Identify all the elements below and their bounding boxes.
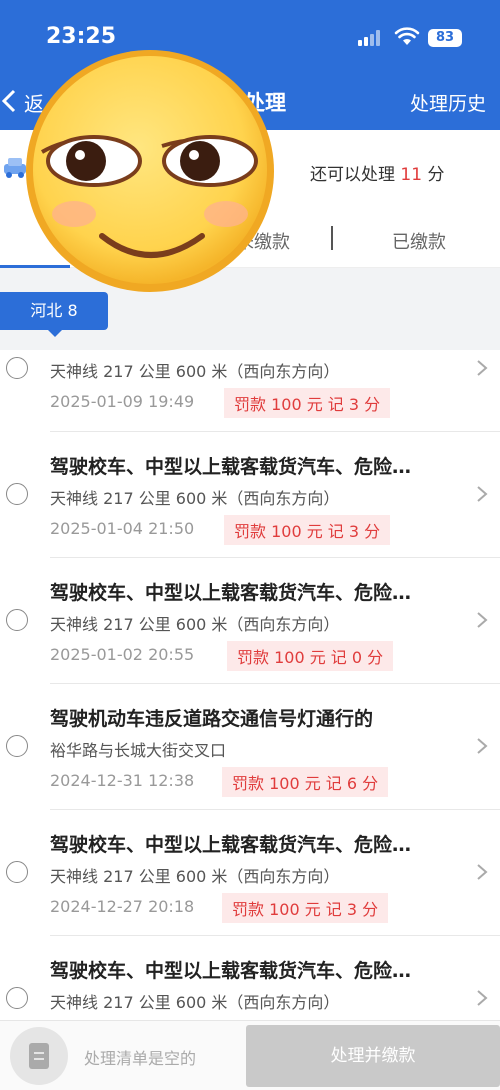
radio-icon[interactable] [6, 735, 28, 757]
process-and-pay-button[interactable]: 处理并缴款 [246, 1025, 500, 1087]
penalty-badge: 罚款 100 元 记 6 分 [222, 767, 389, 797]
list-item[interactable]: 驾驶校车、中型以上载客载货汽车、危险… 天神线 217 公里 600 米（西向东… [0, 810, 500, 936]
wifi-icon [394, 27, 420, 45]
smiling-face-emoji [26, 50, 274, 292]
tab-divider [331, 226, 333, 250]
list-item[interactable]: 驾驶校车、中型以上载客载货汽车、危险… 天神线 217 公里 600 米（西向东… [0, 936, 500, 1020]
radio-icon[interactable] [6, 987, 28, 1009]
location: 天神线 217 公里 600 米（西向东方向） [50, 489, 340, 508]
list-item[interactable]: 驾驶校车、中型以上载客载货汽车、危险… 天神线 217 公里 600 米（西向东… [0, 432, 500, 558]
location: 天神线 217 公里 600 米（西向东方向） [50, 362, 340, 381]
penalty-badge: 罚款 100 元 记 3 分 [222, 893, 389, 923]
bottom-bar: 处理清单是空的 处理并缴款 [0, 1020, 500, 1090]
chevron-right-icon [477, 486, 488, 502]
time: 2025-01-09 19:49 [50, 392, 195, 411]
chevron-right-icon [477, 864, 488, 880]
chevron-right-icon [477, 990, 488, 1006]
region-tag[interactable]: 河北 8 [0, 292, 108, 337]
penalty-badge: 罚款 100 元 记 0 分 [227, 641, 394, 671]
remaining-points: 11 [400, 165, 423, 185]
location: 天神线 217 公里 600 米（西向东方向） [50, 615, 340, 634]
list-icon[interactable] [10, 1027, 68, 1085]
history-link[interactable]: 处理历史 [410, 89, 486, 116]
battery-icon: 83 [428, 29, 462, 47]
violation-title: 驾驶校车、中型以上载客载货汽车、危险… [50, 960, 412, 982]
radio-icon[interactable] [6, 483, 28, 505]
empty-list-text: 处理清单是空的 [84, 1049, 197, 1068]
location: 裕华路与长城大街交叉口 [50, 741, 227, 760]
tab-paid[interactable]: 已缴款 [392, 228, 446, 254]
back-icon[interactable] [0, 88, 20, 114]
signal-icon [358, 30, 384, 46]
chevron-right-icon [477, 738, 488, 754]
list-item[interactable]: 天神线 217 公里 600 米（西向东方向） 2025-01-09 19:49… [0, 350, 500, 432]
location: 天神线 217 公里 600 米（西向东方向） [50, 867, 340, 886]
time: 2024-12-27 20:18 [50, 897, 195, 916]
violation-title: 驾驶校车、中型以上载客载货汽车、危险… [50, 582, 412, 604]
violation-title: 驾驶机动车违反道路交通信号灯通行的 [50, 708, 374, 730]
time: 2025-01-04 21:50 [50, 519, 195, 538]
penalty-badge: 罚款 100 元 记 3 分 [224, 388, 391, 418]
time: 2025-01-02 20:55 [50, 645, 195, 664]
violation-title: 驾驶校车、中型以上载客载货汽车、危险… [50, 456, 412, 478]
location: 天神线 217 公里 600 米（西向东方向） [50, 993, 340, 1012]
list-item[interactable]: 驾驶机动车违反道路交通信号灯通行的 裕华路与长城大街交叉口 2024-12-31… [0, 684, 500, 810]
radio-icon[interactable] [6, 609, 28, 631]
chevron-right-icon [477, 360, 488, 376]
radio-icon[interactable] [6, 357, 28, 379]
violation-list: 天神线 217 公里 600 米（西向东方向） 2025-01-09 19:49… [0, 350, 500, 1020]
penalty-badge: 罚款 100 元 记 3 分 [224, 515, 391, 545]
remaining-points-text: 还可以处理 11 分 [310, 165, 445, 185]
violation-title: 驾驶校车、中型以上载客载货汽车、危险… [50, 834, 412, 856]
list-item[interactable]: 驾驶校车、中型以上载客载货汽车、危险… 天神线 217 公里 600 米（西向东… [0, 558, 500, 684]
chevron-right-icon [477, 612, 488, 628]
radio-icon[interactable] [6, 861, 28, 883]
time: 2024-12-31 12:38 [50, 771, 195, 790]
